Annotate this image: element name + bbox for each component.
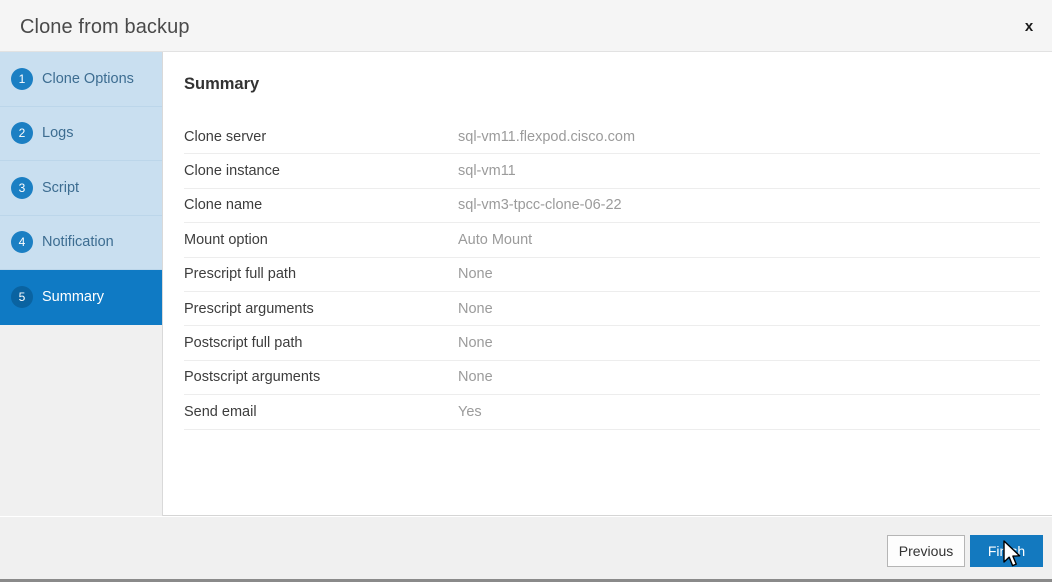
sidebar-step-notification[interactable]: 4 Notification: [0, 215, 162, 270]
close-icon[interactable]: x: [1014, 12, 1044, 40]
summary-row-value: sql-vm11.flexpod.cisco.com: [458, 128, 636, 145]
summary-row: Prescript arguments None: [184, 292, 1040, 327]
sidebar-step-logs[interactable]: 2 Logs: [0, 106, 162, 161]
summary-row-value: None: [458, 369, 493, 386]
summary-row: Clone server sql-vm11.flexpod.cisco.com: [184, 120, 1040, 155]
sidebar-step-script[interactable]: 3 Script: [0, 161, 162, 216]
wizard-sidebar: 1 Clone Options 2 Logs 3 Script 4 Notification 5…: [0, 52, 163, 516]
step-label: Logs: [42, 125, 74, 142]
summary-row-label: Clone instance: [184, 163, 280, 180]
summary-row-value: None: [458, 335, 493, 352]
summary-row-label: Prescript full path: [184, 266, 297, 283]
step-label: Script: [42, 179, 80, 196]
dialog-titlebar: Clone from backup x: [0, 0, 1052, 52]
previous-button[interactable]: Previous: [887, 535, 965, 567]
step-number-badge: 5: [11, 286, 33, 309]
summary-row-label: Postscript full path: [184, 335, 303, 352]
summary-panel: Summary Clone server sql-vm11.flexpod.cis…: [163, 52, 1052, 516]
step-number-badge: 3: [11, 176, 33, 199]
summary-row-value: None: [458, 266, 493, 283]
step-label: Notification: [42, 234, 114, 251]
summary-row-value: None: [458, 300, 493, 317]
summary-row: Postscript full path None: [184, 326, 1040, 361]
summary-row-label: Clone name: [184, 197, 263, 214]
dialog-footer: Previous Finish: [0, 516, 1052, 582]
step-number-badge: 4: [11, 231, 33, 254]
summary-row-value: sql-vm3-tpcc-clone-06-22: [458, 197, 622, 214]
summary-row-value: Auto Mount: [458, 231, 533, 248]
summary-table: Clone server sql-vm11.flexpod.cisco.com Cl…: [184, 120, 1040, 430]
summary-row-label: Prescript arguments: [184, 300, 314, 317]
summary-row: Mount option Auto Mount: [184, 223, 1040, 258]
summary-row: Clone instance sql-vm11: [184, 154, 1040, 189]
clone-from-backup-dialog: Clone from backup x 1 Clone Options 2 Logs 3…: [0, 0, 1052, 582]
wizard-step-list: 1 Clone Options 2 Logs 3 Script 4 Notification 5…: [0, 52, 162, 325]
dialog-title: Clone from backup: [20, 16, 190, 38]
summary-row-label: Clone server: [184, 128, 267, 145]
summary-row-value: sql-vm11: [458, 163, 516, 180]
sidebar-step-summary[interactable]: 5 Summary: [0, 270, 162, 325]
step-number-badge: 2: [11, 122, 33, 145]
step-label: Summary: [42, 289, 105, 306]
step-number-badge: 1: [11, 67, 33, 90]
summary-row: Postscript arguments None: [184, 361, 1040, 396]
step-label: Clone Options: [42, 70, 134, 87]
page-title: Summary: [184, 75, 260, 93]
summary-row-label: Send email: [184, 403, 257, 420]
finish-button[interactable]: Finish: [970, 535, 1043, 567]
summary-row: Clone name sql-vm3-tpcc-clone-06-22: [184, 189, 1040, 224]
summary-row-value: Yes: [458, 403, 482, 420]
summary-row: Prescript full path None: [184, 258, 1040, 292]
sidebar-step-clone-options[interactable]: 1 Clone Options: [0, 52, 162, 107]
summary-row-label: Postscript arguments: [184, 369, 321, 386]
summary-row-label: Mount option: [184, 231, 268, 248]
summary-row: Send email Yes: [184, 395, 1040, 430]
